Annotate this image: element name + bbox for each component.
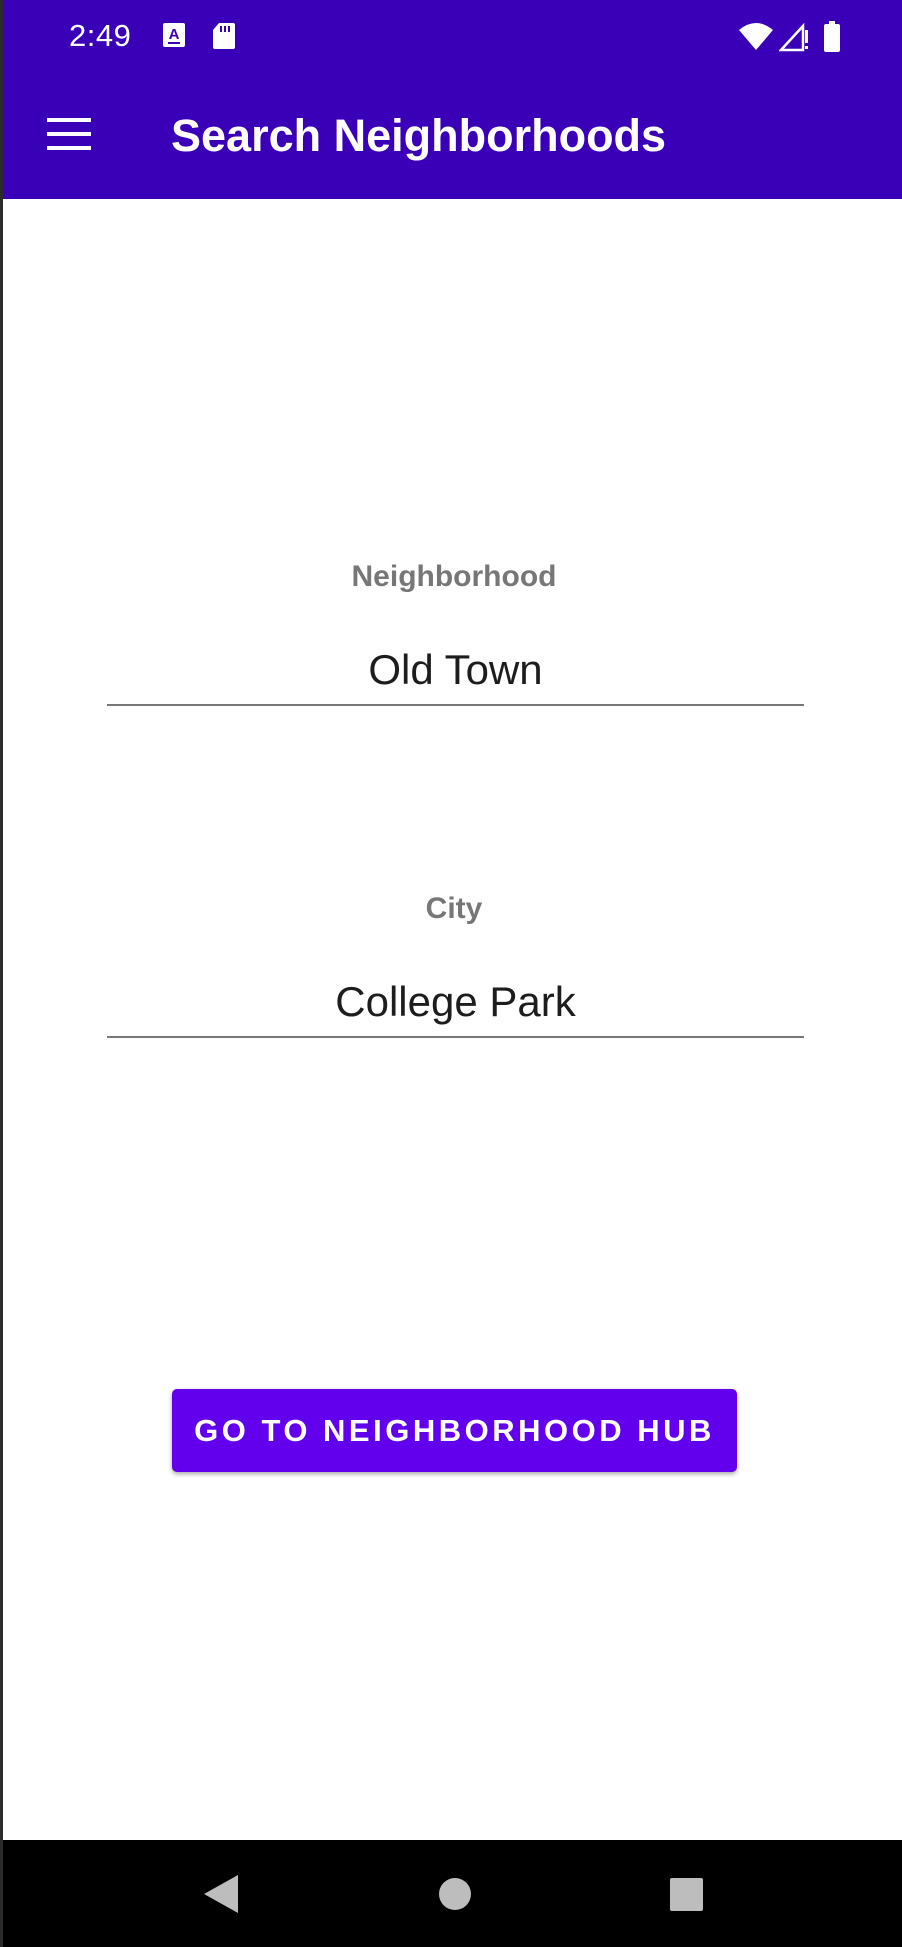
city-input[interactable]	[107, 968, 804, 1038]
neighborhood-input[interactable]	[107, 636, 804, 706]
city-label: City	[425, 892, 483, 925]
wifi-icon	[739, 23, 773, 50]
battery-icon	[824, 21, 840, 52]
back-icon[interactable]	[162, 1840, 282, 1947]
home-icon[interactable]	[395, 1840, 515, 1947]
go-to-neighborhood-hub-button[interactable]: GO TO NEIGHBORHOOD HUB	[172, 1389, 737, 1472]
page-title: Search Neighborhoods	[171, 110, 667, 161]
screen: 2:49 A Search Neighborhoods Neighborhood…	[0, 0, 902, 1947]
status-bar: 2:49 A	[3, 0, 902, 78]
status-time: 2:49	[69, 18, 132, 53]
recents-icon[interactable]	[626, 1840, 746, 1947]
signal-icon	[779, 22, 808, 52]
keyboard-a-icon: A	[163, 23, 185, 47]
svg-text:A: A	[169, 26, 180, 43]
hamburger-menu-icon[interactable]	[47, 118, 93, 154]
sd-card-icon	[213, 23, 235, 49]
system-nav-bar	[3, 1840, 902, 1947]
neighborhood-label: Neighborhood	[351, 560, 557, 593]
app-bar: Search Neighborhoods	[3, 78, 902, 199]
